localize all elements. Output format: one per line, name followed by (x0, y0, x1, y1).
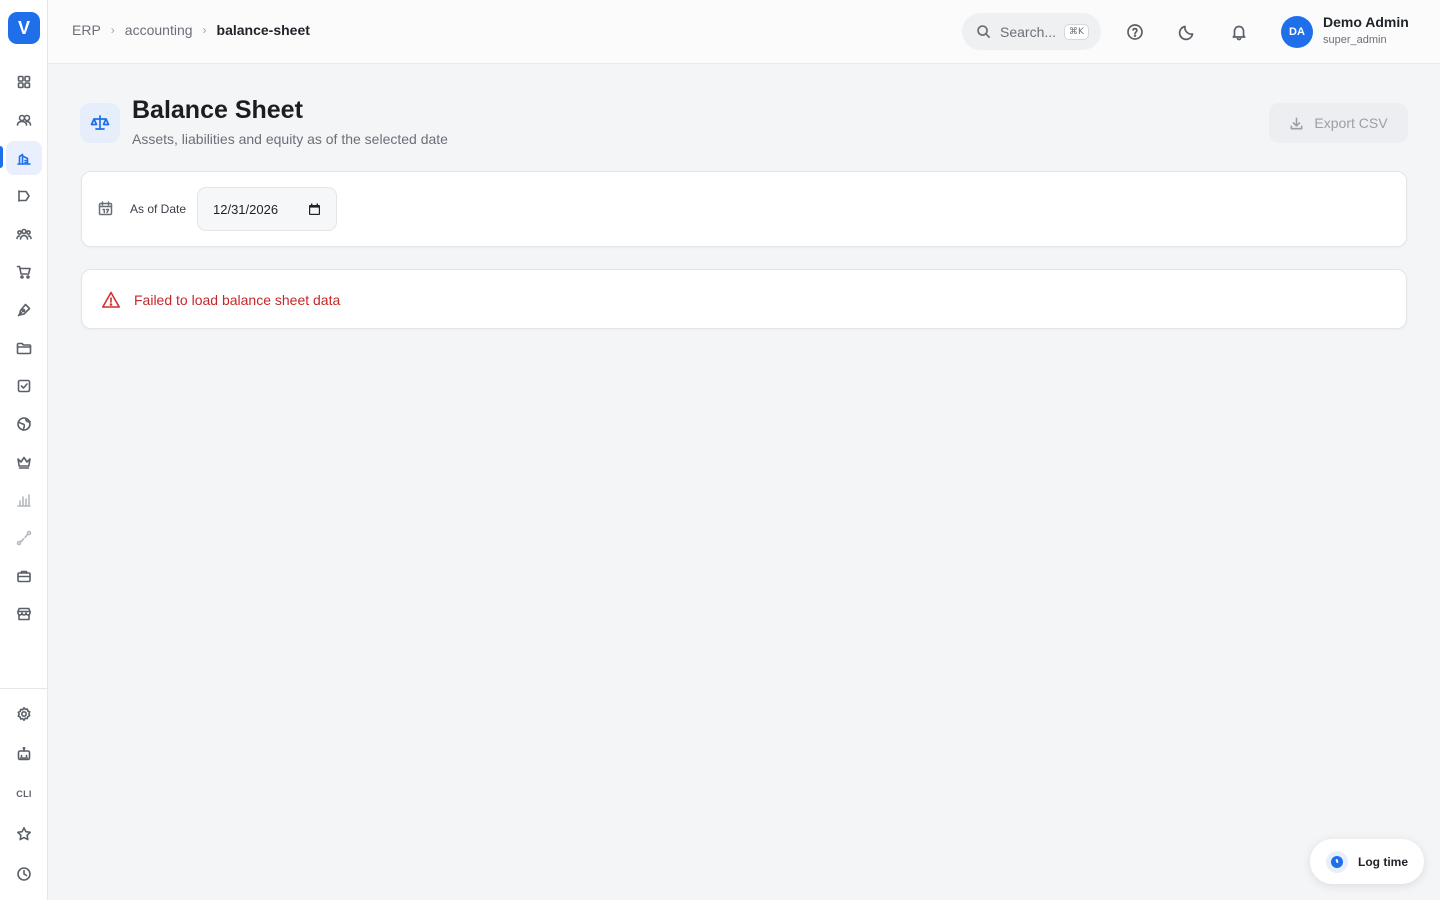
error-message: Failed to load balance sheet data (134, 292, 341, 308)
search-icon (977, 25, 990, 38)
moon-icon[interactable] (1175, 20, 1199, 44)
timer-icon (1326, 850, 1348, 873)
help-icon[interactable] (1123, 20, 1147, 44)
folder-icon[interactable] (6, 331, 42, 365)
as-of-date-input[interactable]: 12/31/2026 (197, 187, 337, 231)
page-title: Balance Sheet (132, 96, 303, 124)
active-nav-indicator (0, 146, 3, 168)
checkbox-icon[interactable] (6, 369, 42, 403)
accounting-icon[interactable] (6, 141, 42, 175)
log-time-label: Log time (1358, 854, 1408, 869)
cli-icon[interactable]: CLI (6, 777, 42, 811)
crown-icon[interactable] (6, 445, 42, 479)
as-of-date-value: 12/31/2026 (213, 201, 279, 217)
briefcase-icon[interactable] (6, 559, 42, 593)
search-placeholder: Search... (1000, 23, 1057, 40)
globe-icon[interactable] (6, 407, 42, 441)
breadcrumb-erp[interactable]: ERP (72, 22, 101, 38)
as-of-date-label: As of Date (130, 202, 187, 216)
warning-triangle-icon (101, 290, 121, 314)
breadcrumb: ERP › accounting › balance-sheet (72, 22, 310, 38)
settings-icon[interactable] (6, 697, 42, 731)
scale-icon (80, 103, 120, 143)
breadcrumb-accounting[interactable]: accounting (125, 22, 193, 38)
users-icon[interactable] (6, 103, 42, 137)
export-csv-button[interactable]: Export CSV (1269, 103, 1408, 143)
cli-label: CLI (16, 789, 32, 799)
avatar[interactable]: DA (1281, 16, 1313, 48)
cart-icon[interactable] (6, 255, 42, 289)
campaign-icon[interactable] (6, 179, 42, 213)
user-role: super_admin (1323, 34, 1387, 46)
dashboard-icon[interactable] (6, 65, 42, 99)
error-alert: Failed to load balance sheet data (81, 269, 1407, 329)
calendar-icon (98, 201, 113, 220)
calendar-picker-icon[interactable] (308, 203, 321, 216)
sidebar: V CLI (0, 0, 48, 900)
filter-card: As of Date 12/31/2026 (81, 171, 1407, 247)
breadcrumb-current: balance-sheet (216, 22, 310, 38)
clock-icon[interactable] (6, 857, 42, 891)
store-icon[interactable] (6, 597, 42, 631)
sidebar-divider (0, 688, 48, 689)
search-shortcut-badge: ⌘K (1064, 23, 1089, 40)
robot-icon[interactable] (6, 737, 42, 771)
chevron-right-icon: › (110, 23, 115, 37)
export-csv-label: Export CSV (1314, 115, 1388, 131)
star-icon[interactable] (6, 817, 42, 851)
topbar: ERP › accounting › balance-sheet Search.… (48, 0, 1440, 64)
bell-icon[interactable] (1227, 20, 1251, 44)
search-input[interactable]: Search... ⌘K (962, 13, 1101, 50)
app-logo[interactable]: V (8, 12, 40, 44)
pen-tool-icon[interactable] (6, 293, 42, 327)
page-subtitle: Assets, liabilities and equity as of the… (132, 131, 448, 147)
download-icon (1290, 117, 1303, 129)
log-time-button[interactable]: Log time (1310, 839, 1424, 884)
bar-chart-icon[interactable] (6, 483, 42, 517)
user-name[interactable]: Demo Admin (1323, 14, 1409, 30)
team-icon[interactable] (6, 217, 42, 251)
chevron-right-icon: › (202, 23, 207, 37)
route-icon[interactable] (6, 521, 42, 555)
